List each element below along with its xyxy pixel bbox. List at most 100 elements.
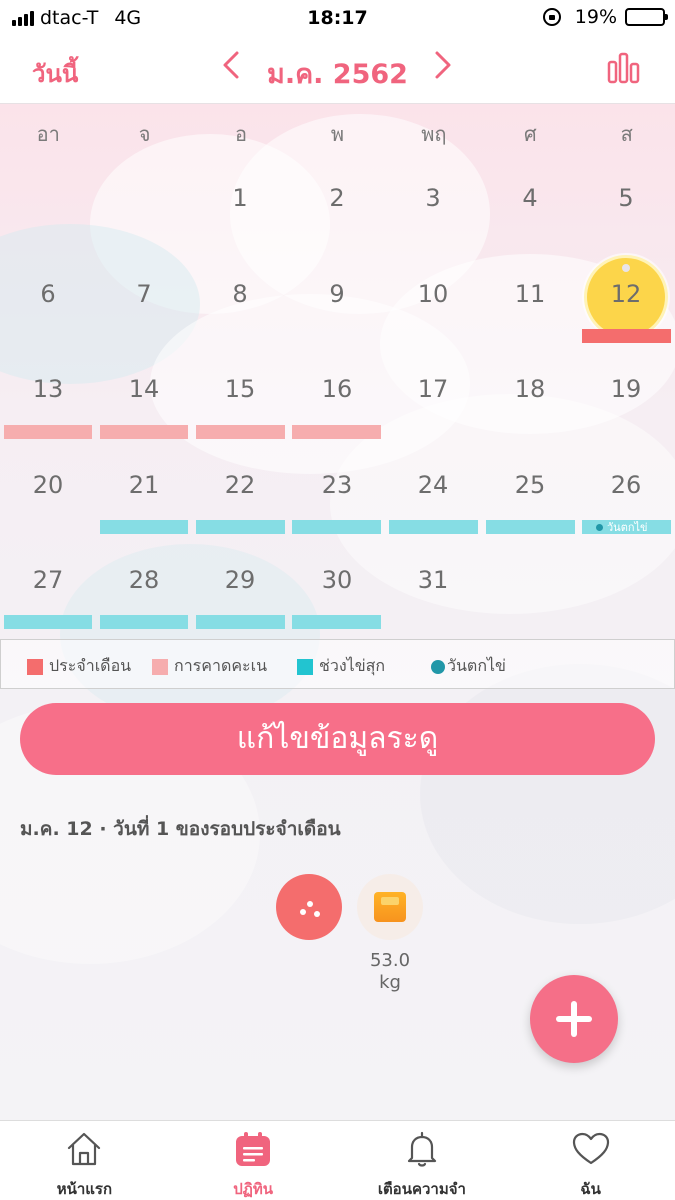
fertile-bar (100, 520, 188, 534)
fertile-bar (292, 615, 381, 629)
fertile-bar (389, 520, 478, 534)
legend-period: ประจำเดือน (27, 654, 131, 679)
scale-icon[interactable] (357, 874, 423, 940)
ovulation-label: วันตกไข่ (607, 521, 648, 534)
calendar-day[interactable]: 9 (289, 280, 385, 308)
weight-value: 53.0 (369, 950, 411, 971)
calendar-day[interactable]: 16 (289, 375, 385, 403)
tab-bar: หน้าแรก ปฏิทิน เตือนความจำ ฉัน (0, 1120, 675, 1200)
calendar-day[interactable]: 15 (192, 375, 288, 403)
tab-label: หน้าแรก (56, 1180, 113, 1198)
calendar-day[interactable]: 26 (578, 471, 674, 499)
tab-label: ฉัน (580, 1180, 601, 1198)
status-bar: dtac-T 4G 18:17 19% (0, 0, 675, 36)
prediction-bar (4, 425, 92, 439)
ovulation-bar: วันตกไข่ (582, 520, 671, 534)
app-screen: dtac-T 4G 18:17 19% วันนี้ ม.ค. 2562 อา … (0, 0, 675, 1200)
calendar-day[interactable]: 6 (0, 280, 96, 308)
calendar-day[interactable]: 18 (482, 375, 578, 403)
calendar-day[interactable]: 8 (192, 280, 288, 308)
weekday-label: จ (138, 122, 151, 146)
tab-home[interactable]: หน้าแรก (0, 1121, 169, 1200)
tab-me[interactable]: ฉัน (506, 1121, 675, 1200)
legend-prediction-label: การคาดคะเน (174, 656, 268, 675)
calendar-day[interactable]: 28 (96, 566, 192, 594)
calendar-day[interactable]: 3 (385, 184, 481, 212)
prediction-bar (196, 425, 285, 439)
calendar-day[interactable]: 1 (192, 184, 288, 212)
calendar-day[interactable]: 11 (482, 280, 578, 308)
cycle-info: ม.ค. 12 · วันที่ 1 ของรอบประจำเดือน (20, 818, 341, 840)
battery-percent: 19% (574, 6, 617, 28)
weekday-label: อา (36, 122, 60, 146)
mood-dots-icon[interactable] (276, 874, 342, 940)
fertile-bar (292, 520, 381, 534)
legend-fertile-label: ช่วงไข่สุก (319, 656, 386, 675)
calendar-day[interactable]: 19 (578, 375, 674, 403)
heart-icon (571, 1129, 611, 1169)
status-right: 19% (542, 6, 668, 28)
calendar-day[interactable]: 27 (0, 566, 96, 594)
calendar-day[interactable]: 30 (289, 566, 385, 594)
calendar-day[interactable]: 29 (192, 566, 288, 594)
fertile-bar (486, 520, 575, 534)
rotation-lock-icon (542, 8, 561, 26)
bar-chart-icon[interactable] (607, 52, 641, 84)
chevron-right-icon[interactable] (432, 50, 454, 88)
legend-ovulation-dot (431, 659, 445, 674)
calendar-day[interactable]: 31 (385, 566, 481, 594)
calendar-header: วันนี้ ม.ค. 2562 (0, 36, 675, 104)
calendar-day[interactable]: 13 (0, 375, 96, 403)
legend-ovulation-label: วันตกไข่ (447, 656, 506, 675)
home-icon (64, 1129, 104, 1169)
calendar-day[interactable]: 21 (96, 471, 192, 499)
calendar-day[interactable]: 25 (482, 471, 578, 499)
ovulation-dot-icon (596, 523, 603, 531)
calendar-day[interactable]: 20 (0, 471, 96, 499)
legend-period-label: ประจำเดือน (49, 656, 132, 675)
weekday-label: พ (330, 122, 345, 146)
cloud-background (0, 104, 675, 1120)
calendar-icon (233, 1129, 273, 1169)
today-dot (622, 264, 630, 272)
add-record-button[interactable] (530, 975, 618, 1063)
bell-icon (402, 1129, 442, 1169)
edit-period-button[interactable]: แก้ไขข้อมูลระดู (20, 703, 655, 775)
calendar-day[interactable]: 5 (578, 184, 674, 212)
weight-unit: kg (379, 972, 401, 993)
tab-calendar[interactable]: ปฏิทิน (169, 1121, 338, 1200)
calendar-day[interactable]: 17 (385, 375, 481, 403)
calendar-legend: ประจำเดือน การคาดคะเน ช่วงไข่สุก วันตกไข… (0, 639, 675, 689)
calendar-day[interactable]: 22 (192, 471, 288, 499)
scale-glyph (374, 892, 406, 922)
fertile-bar (100, 615, 188, 629)
calendar-day[interactable]: 23 (289, 471, 385, 499)
weekday-label: ศ (523, 122, 537, 146)
month-title: ม.ค. 2562 (267, 59, 408, 90)
legend-prediction: การคาดคะเน (152, 654, 267, 679)
tab-label: เตือนความจำ (377, 1180, 466, 1198)
legend-fertile-swatch (297, 658, 313, 675)
calendar-day[interactable]: 14 (96, 375, 192, 403)
calendar-day[interactable]: 7 (96, 280, 192, 308)
legend-fertile: ช่วงไข่สุก (297, 654, 385, 679)
battery-icon (625, 8, 668, 26)
prediction-bar (100, 425, 188, 439)
calendar-day[interactable]: 10 (385, 280, 481, 308)
chevron-left-icon[interactable] (220, 50, 242, 88)
tab-reminders[interactable]: เตือนความจำ (338, 1121, 507, 1200)
calendar-day[interactable]: 2 (289, 184, 385, 212)
weekday-label: ส (620, 122, 633, 146)
period-bar (582, 329, 671, 343)
calendar-day-today[interactable]: 12 (578, 280, 674, 308)
legend-prediction-swatch (152, 658, 168, 675)
weight-record: 53.0 kg (355, 950, 425, 994)
legend-period-swatch (27, 658, 43, 675)
calendar-day[interactable]: 24 (385, 471, 481, 499)
weekday-label: พฤ (421, 122, 447, 146)
weekday-label: อ (235, 122, 248, 146)
calendar-day[interactable]: 4 (482, 184, 578, 212)
weekday-row: อา จ อ พ พฤ ศ ส (0, 104, 675, 154)
legend-ovulation: วันตกไข่ (431, 654, 506, 679)
fertile-bar (196, 615, 285, 629)
